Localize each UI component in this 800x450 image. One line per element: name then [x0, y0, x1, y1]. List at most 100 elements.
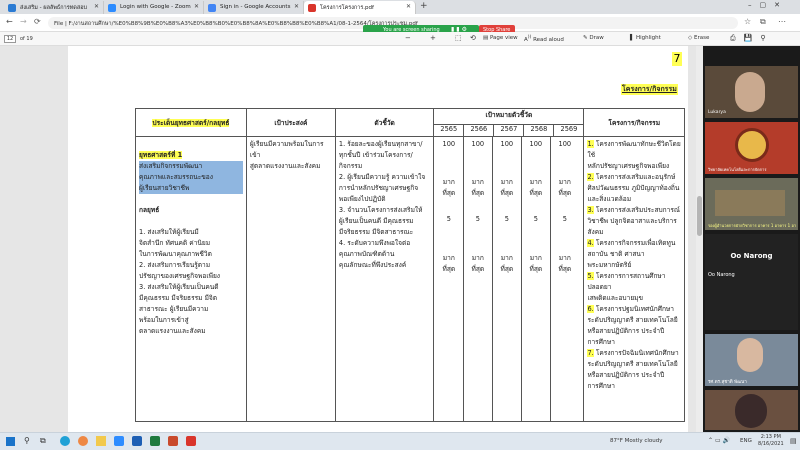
- participant-name: Oo Narong: [708, 272, 735, 278]
- target-value: มาก ที่สุด: [558, 254, 572, 273]
- target-value: 5: [562, 215, 567, 223]
- pdf-toolbar: 12 of 19 − + ⬚ ⟲ ▤ Page view A)) Read al…: [0, 32, 800, 46]
- forward-icon[interactable]: →: [20, 17, 27, 26]
- powerpoint-icon[interactable]: [168, 436, 178, 446]
- year-header: 2569: [553, 124, 585, 137]
- browser-tab[interactable]: Sign in - Google Accounts ✕: [204, 1, 304, 14]
- strategy-title: ยุทธศาสตร์ที่ 1: [139, 151, 183, 159]
- participant-video[interactable]: [705, 390, 798, 430]
- fit-page-icon[interactable]: ⬚: [455, 34, 462, 42]
- target-value: 5: [446, 215, 451, 223]
- pdf-favicon-icon: [308, 4, 316, 12]
- target-value: มาก ที่สุด: [558, 178, 572, 197]
- strategy-selected-text: ส่งเสริมกิจกรรมพัฒนา คุณภาพและสมรรถนะของ…: [139, 161, 243, 194]
- year-column-divider: [521, 137, 523, 421]
- project-item: 5. โครงการการสถานศึกษาปลอดยา เสพติดและอบ…: [587, 271, 681, 304]
- browser-tab-bar: ส่งเสริม - ผลลัพธ์การทดสอบ ✕ Login with G…: [0, 0, 800, 14]
- strategy-items: 1. ส่งเสริมให้ผู้เรียนมี จิตสำนึก ทัศนคต…: [139, 228, 221, 335]
- weather-status[interactable]: 87°F Mostly cloudy: [610, 438, 662, 444]
- year-column-divider: [463, 137, 465, 421]
- close-tab-icon[interactable]: ✕: [94, 3, 99, 10]
- target-value: มาก ที่สุด: [442, 178, 456, 197]
- file-explorer-icon[interactable]: [96, 436, 106, 446]
- vertical-scrollbar[interactable]: [696, 46, 703, 432]
- project-item: 3. โครงการส่งเสริมประสบการณ์ วิชาชีพ ปลู…: [587, 205, 681, 238]
- refresh-icon[interactable]: ⟳: [34, 17, 41, 26]
- project-text: โครงการส่งเสริมประสบการณ์ วิชาชีพ ปลูกจิ…: [587, 206, 681, 236]
- erase-button[interactable]: ◇ Erase: [688, 35, 709, 41]
- pdf-viewer: 7 โครงการ/กิจกรรม ประเด็นยุทธศาสตร์/กลยุ…: [0, 46, 703, 432]
- tray-icons[interactable]: ⌃▭🔊: [708, 437, 732, 444]
- window-controls[interactable]: –▢✕: [748, 1, 788, 9]
- language-indicator[interactable]: ENG: [740, 438, 752, 444]
- windows-start-icon[interactable]: [6, 437, 15, 446]
- pdf-app-icon[interactable]: [186, 436, 196, 446]
- page-number-label: 7: [672, 52, 682, 66]
- word-icon[interactable]: [132, 436, 142, 446]
- header-project: โครงการ/กิจกรรม: [583, 108, 685, 137]
- close-tab-icon[interactable]: ✕: [406, 3, 411, 10]
- chrome-icon[interactable]: [78, 436, 88, 446]
- participant-video[interactable]: Lukarya: [705, 66, 798, 118]
- zoom-in-icon[interactable]: +: [430, 34, 436, 42]
- clock[interactable]: 2:13 PM 8/16/2021: [758, 434, 784, 448]
- project-item: 1. โครงการพัฒนาทักษะชีวิตโดยใช้ หลักปรัช…: [587, 139, 681, 172]
- project-item: 2. โครงการส่งเสริมและอนุรักษ์ ศิลปวัฒนธร…: [587, 172, 681, 205]
- search-icon[interactable]: ⚲: [24, 436, 30, 445]
- browser-tab-active[interactable]: โครงการโครงการ.pdf ✕: [304, 1, 416, 14]
- participant-video[interactable]: Oo Narong Oo Narong: [705, 234, 798, 330]
- scrollbar-thumb[interactable]: [697, 196, 702, 236]
- year-header: 2566: [463, 124, 495, 137]
- browser-tab[interactable]: Login with Google - Zoom ✕: [104, 1, 204, 14]
- project-item: 6. โครงการปฐมนิเทศนักศึกษา ระดับปริญญาตร…: [587, 304, 681, 348]
- target-value: 100: [529, 140, 543, 148]
- project-text: โครงการส่งเสริมและอนุรักษ์ ศิลปวัฒนธรรม …: [587, 173, 680, 203]
- windows-taskbar: ⚲ ⧉ 87°F Mostly cloudy ⌃▭🔊 ENG 2:13 PM 8/…: [0, 432, 800, 450]
- participant-video[interactable]: วิทยาลัยเทคโนโลยีและการจัดการ: [705, 122, 798, 174]
- college-logo-icon: [735, 128, 769, 162]
- menu-icon[interactable]: ⋯: [778, 17, 786, 26]
- goal-cell: ผู้เรียนมีความพร้อมในการเข้า สู่ตลาดแรงง…: [245, 136, 336, 422]
- header-target: เป้าหมายตัวชี้วัด: [433, 108, 585, 125]
- meeting-room-image: [715, 190, 785, 216]
- zoom-app-icon[interactable]: [114, 436, 124, 446]
- project-text: โครงการกิจกรรมเพื่อเทิดทูน สถาบัน ชาติ ศ…: [587, 239, 676, 269]
- person-image: [737, 338, 763, 372]
- close-tab-icon[interactable]: ✕: [294, 3, 299, 10]
- project-text: โครงการปัจฉิมนิเทศนักศึกษา ระดับปริญญาตร…: [587, 349, 679, 390]
- highlight-button[interactable]: ▌ Highlight: [630, 35, 661, 41]
- zoom-favicon-icon: [108, 4, 116, 12]
- close-tab-icon[interactable]: ✕: [194, 3, 199, 10]
- excel-icon[interactable]: [150, 436, 160, 446]
- participant-video[interactable]: รองผู้อำนวยการฝ่ายวิชาการ อาคาร 1 อาคาร …: [705, 178, 798, 230]
- strategy-sub: กลยุทธ์: [139, 206, 160, 214]
- target-value: มาก ที่สุด: [442, 254, 456, 273]
- header-goal: เป้าประสงค์: [245, 108, 336, 137]
- new-tab-button[interactable]: +: [420, 1, 428, 11]
- notifications-icon[interactable]: ▤: [790, 437, 797, 445]
- participant-video[interactable]: รศ.ดร.สุชาติ พัฒนา: [705, 334, 798, 386]
- target-value: มาก ที่สุด: [529, 178, 543, 197]
- read-aloud-button[interactable]: A)) Read aloud: [524, 35, 564, 43]
- page-view-button[interactable]: ▤ Page view: [483, 35, 518, 41]
- project-text: โครงการปฐมนิเทศนักศึกษา ระดับปริญญาตรี ส…: [587, 305, 678, 346]
- zoom-gallery-panel: Lukarya วิทยาลัยเทคโนโลยีและการจัดการ รอ…: [703, 46, 800, 432]
- rotate-icon[interactable]: ⟲: [470, 34, 476, 42]
- target-value: 100: [442, 140, 456, 148]
- target-value: มาก ที่สุด: [471, 254, 485, 273]
- person-image: [735, 72, 765, 112]
- target-value: 5: [504, 215, 509, 223]
- zoom-out-icon[interactable]: −: [405, 34, 411, 42]
- browser-tab[interactable]: ส่งเสริม - ผลลัพธ์การทดสอบ ✕: [4, 1, 104, 14]
- collections-icon[interactable]: ⧉: [760, 17, 766, 27]
- page-number-input[interactable]: 12: [4, 35, 16, 43]
- back-icon[interactable]: ←: [6, 17, 13, 26]
- edge-icon[interactable]: [60, 436, 70, 446]
- strategy-cell: ยุทธศาสตร์ที่ 1 ส่งเสริมกิจกรรมพัฒนา คุณ…: [135, 136, 247, 422]
- favorites-icon[interactable]: ☆: [744, 17, 751, 26]
- pdf-actions-icons[interactable]: ⎙💾⚲: [730, 34, 773, 43]
- task-view-icon[interactable]: ⧉: [40, 436, 46, 446]
- target-value: 100: [558, 140, 572, 148]
- year-header: 2565: [433, 124, 465, 137]
- draw-button[interactable]: ✎ Draw: [583, 35, 604, 41]
